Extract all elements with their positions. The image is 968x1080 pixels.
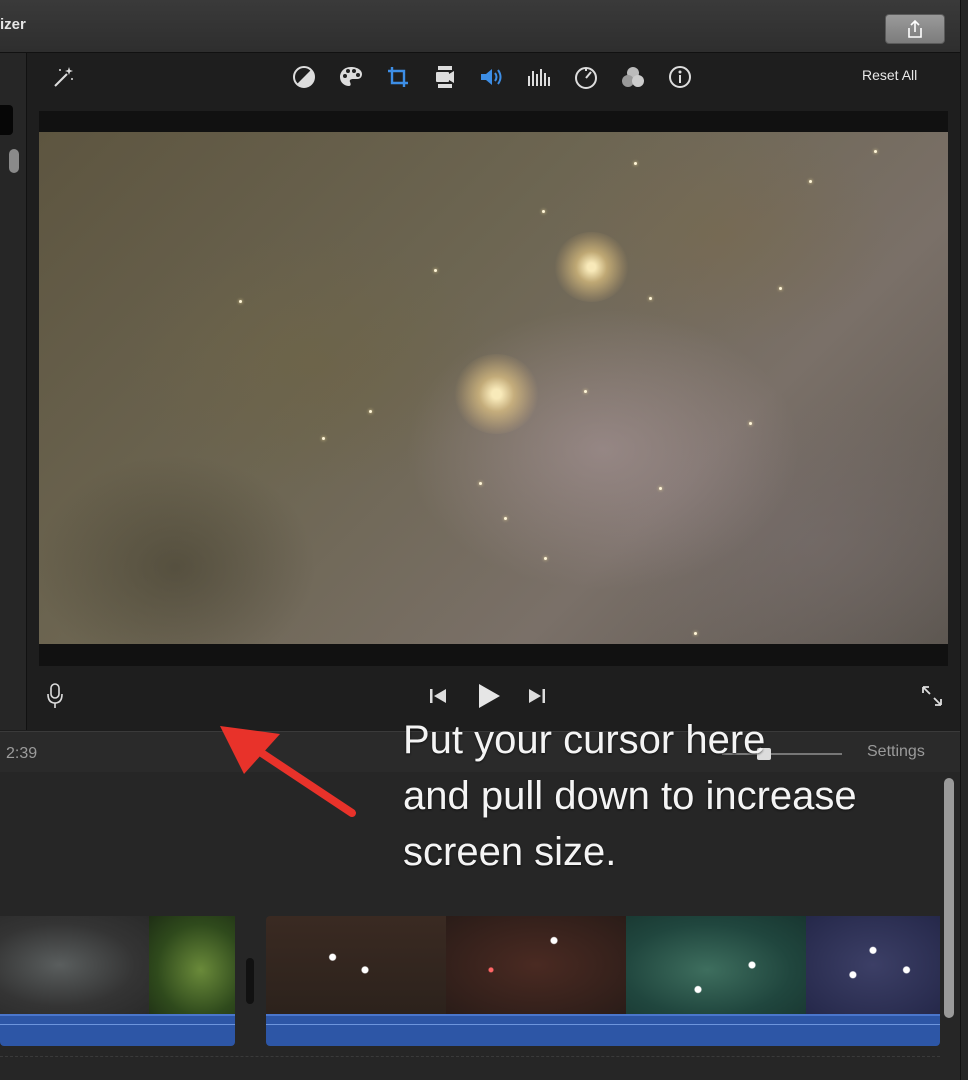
firework-burst [454,354,539,434]
clip-thumbnail [446,916,626,1014]
color-palette-icon[interactable] [337,63,365,91]
skip-forward-button[interactable] [526,681,548,711]
timeline-divider [0,1056,940,1057]
clip-thumbnail [626,916,806,1014]
audio-level-line [0,1024,235,1025]
star [322,437,325,440]
star [542,210,545,213]
skip-forward-icon [529,689,545,703]
window-title: izer [0,16,26,33]
play-icon [479,684,500,708]
timeline-scrollbar[interactable] [944,778,954,1018]
star [239,300,242,303]
play-button[interactable] [475,681,503,711]
annotation-arrow [220,726,356,817]
timecode: 2:39 [6,745,38,762]
video-frame [39,111,948,666]
annotation-text: Put your cursor here and pull down to in… [403,718,857,874]
video-clip[interactable] [266,916,940,1046]
share-button[interactable] [885,14,945,44]
star [749,422,752,425]
fullscreen-icon [922,686,942,706]
clip-thumbnail [149,916,235,1014]
info-icon[interactable] [666,63,694,91]
color-balance-icon[interactable] [290,63,318,91]
viewer: Reset All [27,53,960,730]
audio-level-line [266,1024,940,1025]
audio-track[interactable] [266,1014,940,1046]
voiceover-button[interactable] [43,681,67,711]
clip-thumbnail [806,916,940,1014]
star [694,632,697,635]
skip-back-icon [430,689,446,703]
star [584,390,587,393]
star [649,297,652,300]
star [369,410,372,413]
clip-thumbnail [266,916,446,1014]
star [544,557,547,560]
star [434,269,437,272]
clip-filter-icon[interactable] [619,63,647,91]
star [504,517,507,520]
stabilization-camera-icon[interactable] [431,63,459,91]
search-field[interactable] [0,105,13,135]
speed-icon[interactable] [572,63,600,91]
volume-icon[interactable] [478,63,506,91]
clip-thumbnail [0,916,149,1014]
star [874,150,877,153]
firework-burst [554,232,629,302]
magic-wand-icon[interactable] [49,63,77,91]
skip-back-button[interactable] [427,681,449,711]
crop-icon[interactable] [384,63,412,91]
audio-track[interactable] [0,1014,235,1046]
share-icon [908,19,922,38]
library-scrollbar[interactable] [9,149,19,173]
fullscreen-button[interactable] [919,681,945,711]
window-edge [960,0,968,1080]
video-preview[interactable] [39,132,948,644]
star [659,487,662,490]
title-bar: izer [0,0,960,53]
star [779,287,782,290]
video-clip[interactable] [0,916,235,1046]
reset-all-button[interactable]: Reset All [862,67,917,83]
star [479,482,482,485]
library-panel [0,53,27,730]
clip-divider-handle[interactable] [246,958,254,1004]
microphone-icon [47,683,63,708]
star [809,180,812,183]
star [634,162,637,165]
equalizer-icon[interactable] [525,63,553,91]
